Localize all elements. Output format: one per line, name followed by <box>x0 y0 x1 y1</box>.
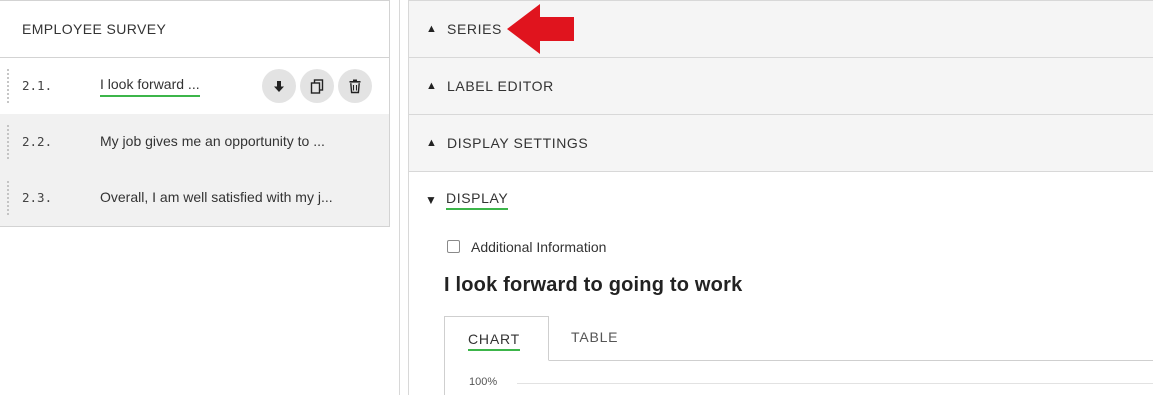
chart-area: 100% <box>444 360 1153 395</box>
annotation-arrow-icon <box>507 4 574 54</box>
expand-triangle-icon: ▼ <box>425 193 437 207</box>
section-label: DISPLAY SETTINGS <box>447 135 589 151</box>
view-tabs: CHART TABLE 100% <box>444 316 1153 395</box>
arrow-down-icon <box>274 81 284 92</box>
tab-chart[interactable]: CHART <box>444 316 549 361</box>
tab-label: TABLE <box>571 329 619 345</box>
question-row-2-2[interactable]: 2.2. My job gives me an opportunity to .… <box>0 114 390 171</box>
app-root: EMPLOYEE SURVEY 2.1. I look forward ... <box>0 0 1153 395</box>
move-down-button[interactable] <box>262 69 296 103</box>
section-display-settings[interactable]: ▲ DISPLAY SETTINGS <box>408 115 1153 172</box>
chart-gridline <box>517 383 1153 384</box>
tab-table[interactable]: TABLE <box>571 316 651 361</box>
question-number: 2.3. <box>22 190 53 205</box>
additional-information-checkbox[interactable] <box>447 240 460 253</box>
drag-handle[interactable] <box>6 68 10 104</box>
question-list-panel: EMPLOYEE SURVEY 2.1. I look forward ... <box>0 0 390 395</box>
trash-icon <box>349 79 361 94</box>
drag-handle[interactable] <box>6 124 10 160</box>
section-label-editor[interactable]: ▲ LABEL EDITOR <box>408 58 1153 115</box>
copy-icon <box>310 79 324 94</box>
question-number: 2.2. <box>22 134 53 149</box>
question-text[interactable]: My job gives me an opportunity to ... <box>100 114 325 169</box>
question-number: 2.1. <box>22 78 53 93</box>
settings-panel: ▲ SERIES ▲ LABEL EDITOR ▲ DISPLAY SETTIN… <box>408 0 1153 395</box>
section-label: SERIES <box>447 21 502 37</box>
additional-information-label: Additional Information <box>471 239 607 255</box>
question-row-2-3[interactable]: 2.3. Overall, I am well satisfied with m… <box>0 170 390 227</box>
question-text[interactable]: I look forward ... <box>100 74 200 97</box>
y-tick-label: 100% <box>469 376 498 388</box>
panel-divider[interactable] <box>399 0 400 395</box>
section-display: ▼ DISPLAY Additional Information I look … <box>408 172 1153 395</box>
question-row-2-1[interactable]: 2.1. I look forward ... <box>0 58 390 115</box>
collapse-triangle-icon: ▲ <box>426 80 437 92</box>
survey-title[interactable]: EMPLOYEE SURVEY <box>0 0 390 58</box>
collapse-triangle-icon: ▲ <box>426 23 437 35</box>
drag-handle[interactable] <box>6 180 10 216</box>
question-text[interactable]: Overall, I am well satisfied with my j..… <box>100 170 333 225</box>
delete-button[interactable] <box>338 69 372 103</box>
duplicate-button[interactable] <box>300 69 334 103</box>
collapse-triangle-icon: ▲ <box>426 137 437 149</box>
tab-label: CHART <box>468 331 520 351</box>
section-label: LABEL EDITOR <box>447 78 554 94</box>
section-label: DISPLAY <box>446 190 509 210</box>
question-title: I look forward to going to work <box>444 274 743 296</box>
